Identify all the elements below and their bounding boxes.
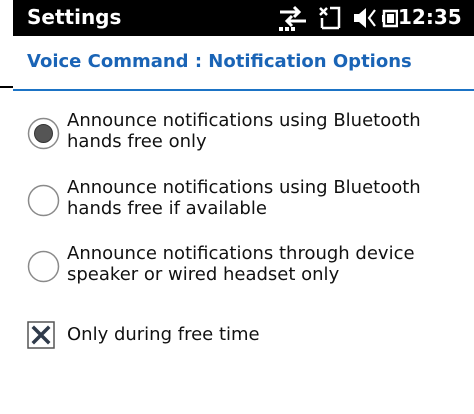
option-label-line2: hands free only [67,131,207,152]
status-time: 12:35 [398,5,462,29]
radio-option-device-speaker[interactable]: Announce notifications through device sp… [13,243,474,293]
checkbox-checked[interactable] [27,321,55,349]
option-label-line2: speaker or wired headset only [67,264,340,285]
radio-option-bluetooth-only[interactable]: Announce notifications using Bluetooth h… [13,110,474,160]
option-label-line1: Announce notifications through device [67,243,415,264]
page-title: Voice Command : Notification Options [27,51,412,72]
radio-option-bluetooth-if-available[interactable]: Announce notifications using Bluetooth h… [13,177,474,227]
radio-button[interactable] [27,250,60,283]
radio-button[interactable] [27,184,60,217]
volume-icon[interactable] [351,0,381,36]
option-label-line2: hands free if available [67,198,267,219]
battery-icon[interactable] [382,0,399,36]
checkbox-label: Only during free time [67,324,260,345]
option-label-line1: Announce notifications using Bluetooth [67,110,421,131]
settings-screen: Settings 12:35 Voice Command: Notificat… [13,0,474,414]
status-bar: Settings 12:35 [13,0,474,36]
option-label-line1: Announce notifications using Bluetooth [67,177,421,198]
signal-icon[interactable] [314,0,350,36]
radio-button-selected[interactable] [27,117,60,150]
left-edge-tick [0,86,13,88]
checkbox-option-free-time[interactable]: Only during free time [13,318,474,352]
network-sync-icon[interactable] [275,0,311,36]
status-title: Settings [27,5,122,29]
page-header: Voice Command : Notification Options [13,36,474,91]
